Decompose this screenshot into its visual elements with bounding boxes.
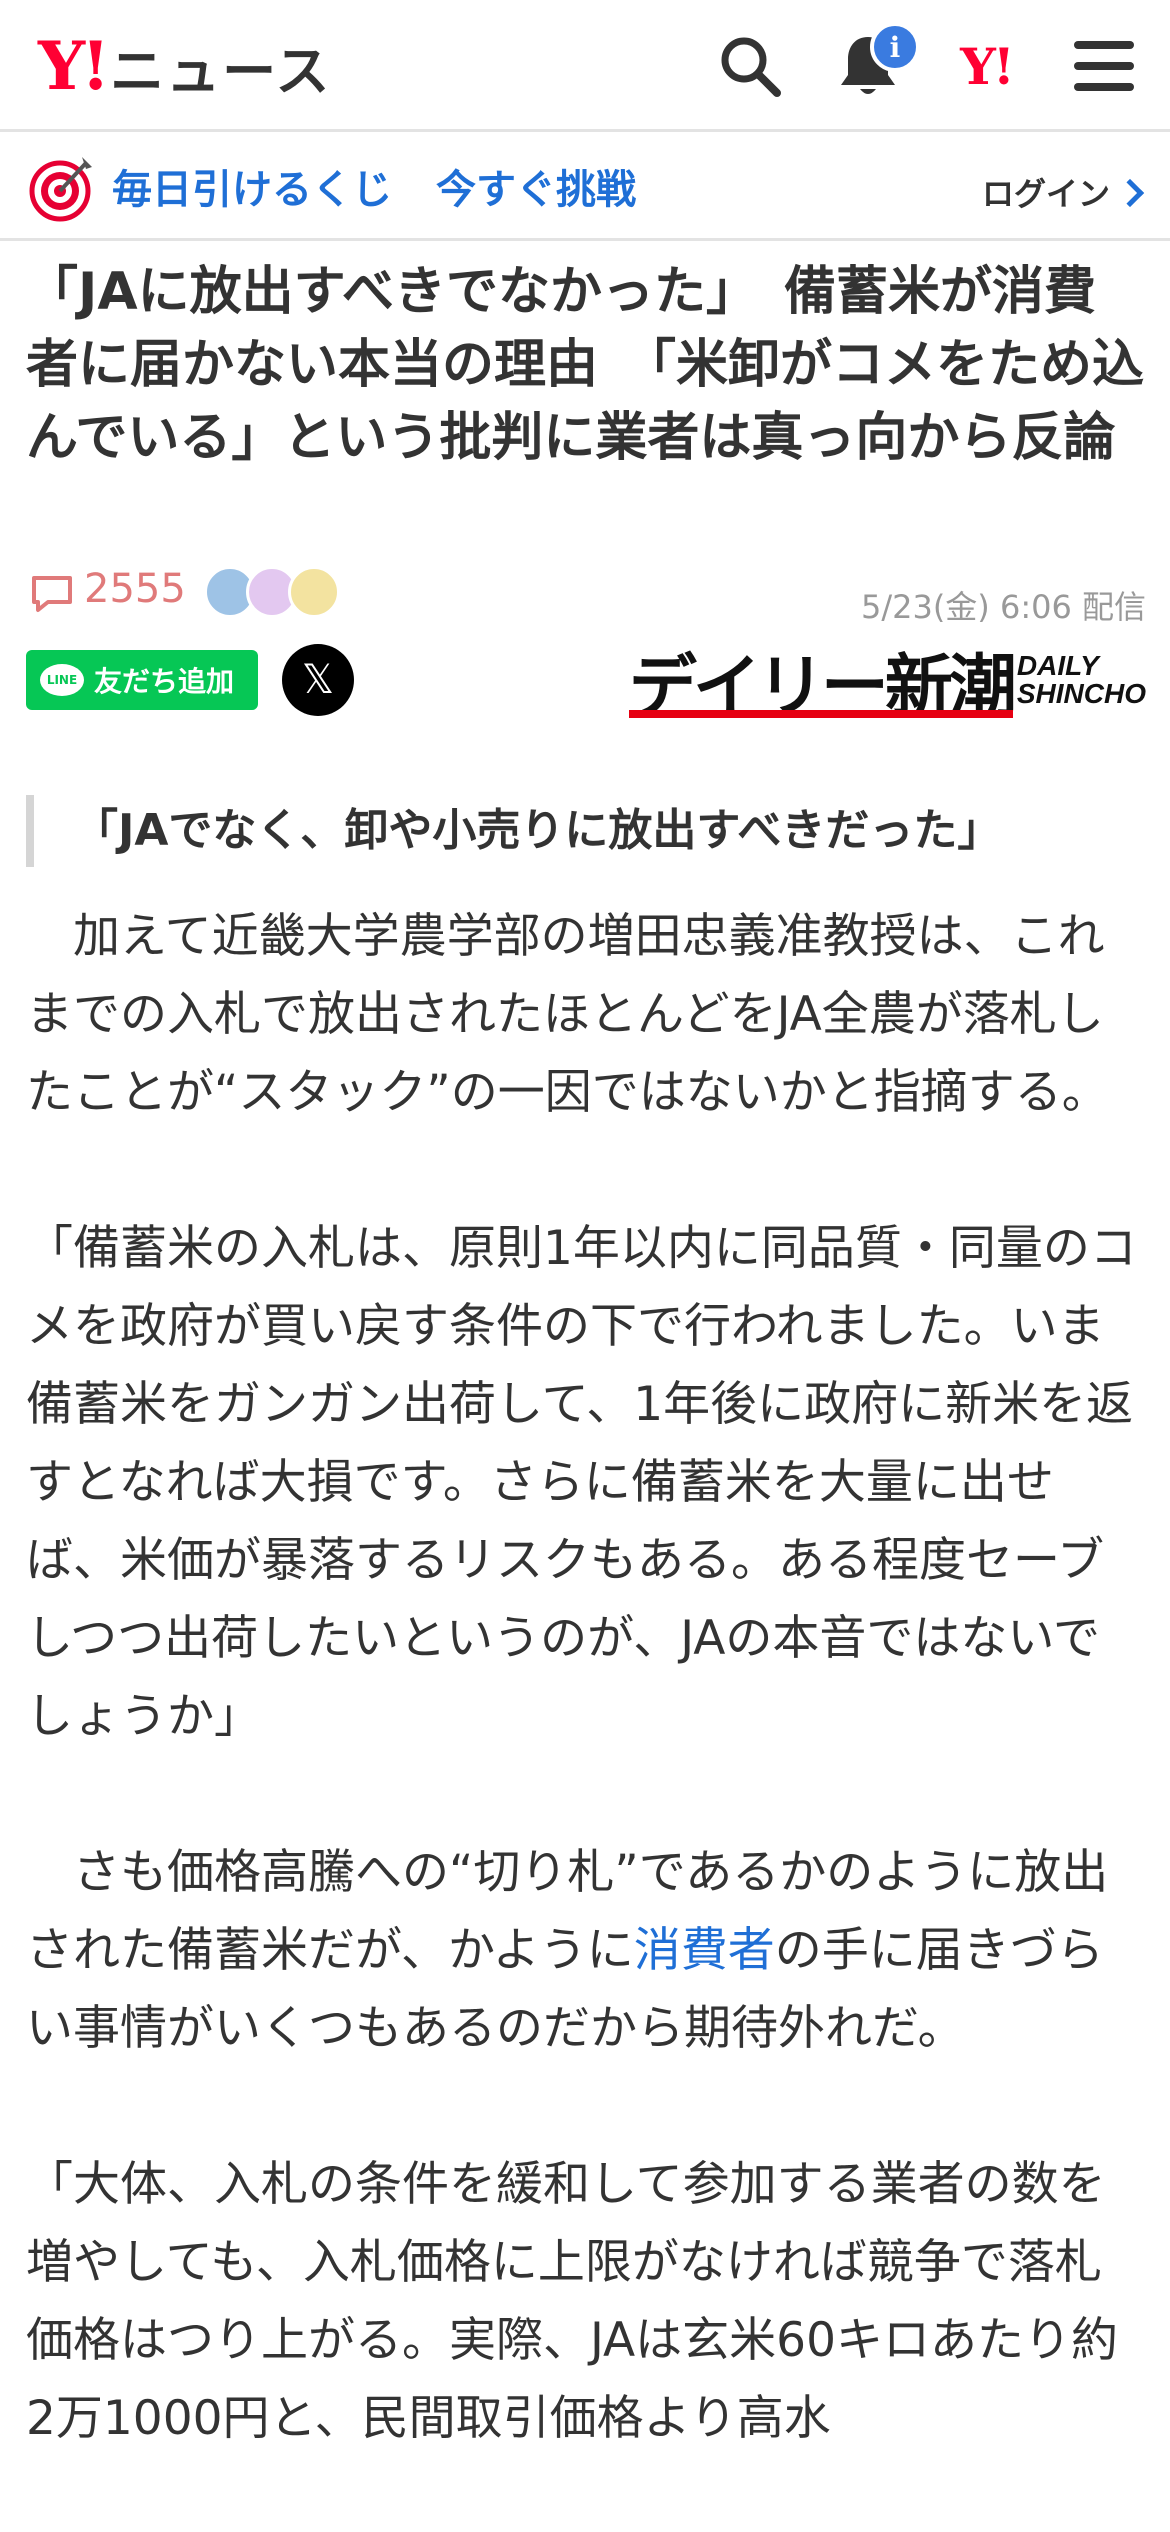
yahoo-japan-button[interactable]: Y!: [948, 28, 1024, 104]
line-add-friend-button[interactable]: LINE 友だち追加: [26, 650, 258, 710]
lottery-text: 毎日引けるくじ: [112, 167, 392, 213]
challenge-text: 今すぐ挑戦: [436, 167, 636, 213]
consumer-keyword-link[interactable]: 消費者: [634, 1923, 775, 1978]
publisher-en-line: SHINCHO: [1016, 678, 1146, 709]
notification-badge: i: [870, 22, 920, 72]
publisher-name-jp: デイリー新潮: [628, 654, 1017, 722]
lottery-promo-bar: 毎日引けるくじ 今すぐ挑戦 ログイン: [0, 135, 1170, 241]
reaction-avatars: [204, 566, 340, 618]
app-header: Y! ニュース i Y!: [0, 0, 1170, 132]
article-paragraph: 「大体、入札の条件を緩和して参加する業者の数を増やしても、入札価格に上限がなけれ…: [26, 2157, 1118, 2446]
article-headline: 「JAに放出すべきでなかった」 備蓄米が消費者に届かない本当の理由 「米卸がコメ…: [26, 262, 1145, 468]
article-paragraph: 加えて近畿大学農学部の増田忠義准教授は、これまでの入札で放出されたほとんどをJA…: [26, 909, 1109, 1120]
avatar: [288, 566, 340, 618]
notifications-button[interactable]: i: [830, 22, 920, 104]
lottery-link[interactable]: 毎日引けるくじ 今すぐ挑戦: [112, 157, 636, 215]
article-paragraph: さも価格高騰への“切り札”であるかのように放出された備蓄米だが、かように消費者の…: [26, 1834, 1146, 2068]
line-add-friend-label: 友だち追加: [94, 665, 235, 698]
hamburger-menu-icon: [1074, 41, 1134, 91]
search-icon: [721, 37, 781, 97]
article-paragraph: 「備蓄米の入札は、原則1年以内に同品質・同量のコメを政府が買い戻す条件の下で行わ…: [26, 1221, 1137, 1744]
yahoo-logo-mark: Y!: [38, 27, 110, 105]
search-button[interactable]: [712, 28, 788, 104]
comment-icon: [32, 576, 72, 612]
menu-button[interactable]: [1066, 28, 1142, 104]
article-meta: 2555 5/23(金) 6:06 配信: [26, 560, 1146, 626]
login-label: ログイン: [981, 175, 1110, 213]
comment-count: 2555: [84, 566, 186, 612]
target-icon: [29, 157, 92, 222]
login-link[interactable]: ログイン: [981, 169, 1145, 215]
article-body: 加えて近畿大学農学部の増田忠義准教授は、これまでの入札で放出されたほとんどをJA…: [26, 898, 1146, 2458]
line-icon: LINE: [40, 664, 84, 696]
news-logo-text: ニュース: [110, 39, 332, 103]
chevron-right-icon: [1115, 178, 1145, 208]
x-icon: 𝕏: [301, 657, 335, 703]
yahoo-japan-icon: Y!: [960, 36, 1015, 96]
publisher-name-en: DAILY SHINCHO: [1017, 652, 1146, 708]
publish-date: 5/23(金) 6:06 配信: [860, 588, 1146, 626]
x-share-button[interactable]: 𝕏: [282, 644, 354, 716]
publisher-logo[interactable]: デイリー新潮 DAILY SHINCHO: [628, 630, 1146, 722]
yahoo-news-logo[interactable]: Y! ニュース: [38, 26, 331, 106]
publisher-underline: [628, 710, 1013, 718]
publisher-en-line: DAILY: [1016, 650, 1099, 681]
section-heading: 「JAでなく、卸や小売りに放出すべきだった」: [26, 795, 1146, 867]
